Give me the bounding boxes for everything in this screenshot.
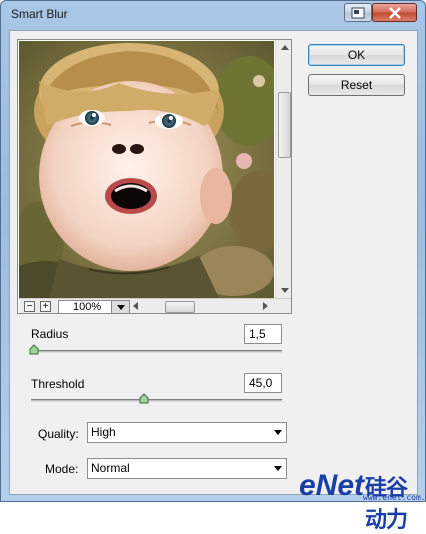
dialog-client-area: − + 100% OK Reset Radius 1,5 Threshold 4… (9, 30, 418, 495)
radius-slider-track[interactable] (31, 350, 282, 353)
radius-input[interactable]: 1,5 (244, 324, 282, 344)
close-button[interactable] (372, 3, 417, 22)
window-title: Smart Blur (11, 7, 68, 21)
help-icon (351, 7, 365, 18)
threshold-slider-handle[interactable] (139, 393, 149, 404)
watermark-cn: 硅谷动力 (365, 475, 408, 532)
radius-slider-handle[interactable] (29, 344, 39, 355)
reset-button[interactable]: Reset (308, 74, 405, 96)
quality-select[interactable]: High (87, 422, 287, 443)
help-button[interactable] (344, 3, 372, 22)
ok-button[interactable]: OK (308, 44, 405, 66)
horizontal-scroll-thumb[interactable] (165, 301, 195, 313)
scroll-right-icon[interactable] (263, 302, 268, 310)
vertical-scrollbar[interactable] (275, 40, 291, 298)
quality-value: High (91, 425, 116, 439)
threshold-label: Threshold (31, 377, 85, 391)
mode-select[interactable]: Normal (87, 458, 287, 479)
watermark-brand: eNet (299, 469, 365, 502)
threshold-input[interactable]: 45,0 (244, 373, 282, 393)
radius-label: Radius (31, 327, 69, 341)
smart-blur-dialog: Smart Blur − + 100% OK Reset Radius 1,5 … (0, 0, 426, 532)
scroll-down-icon[interactable] (276, 283, 291, 298)
chevron-down-icon (116, 304, 125, 310)
threshold-slider-track[interactable] (31, 399, 282, 402)
zoom-out-button[interactable]: − (24, 301, 35, 312)
vertical-scroll-thumb[interactable] (278, 92, 291, 158)
chevron-down-icon (274, 466, 282, 471)
watermark-url: www.enet.com.cn (363, 493, 426, 502)
mode-value: Normal (91, 461, 130, 475)
preview-panel: − + 100% (17, 39, 292, 314)
preview-toolbar: − + 100% (19, 298, 291, 313)
quality-label: Quality: (38, 427, 79, 441)
close-icon (388, 6, 401, 19)
scroll-up-icon[interactable] (276, 40, 291, 55)
chevron-down-icon (274, 430, 282, 435)
scroll-left-icon[interactable] (133, 302, 138, 310)
zoom-dropdown-button[interactable] (111, 300, 130, 313)
title-bar: Smart Blur (1, 1, 425, 29)
preview-image[interactable] (19, 41, 274, 298)
mode-label: Mode: (45, 462, 79, 476)
enet-watermark-logo: eNet 硅谷动力 www.enet.com.cn (299, 469, 426, 532)
zoom-in-button[interactable]: + (40, 301, 51, 312)
